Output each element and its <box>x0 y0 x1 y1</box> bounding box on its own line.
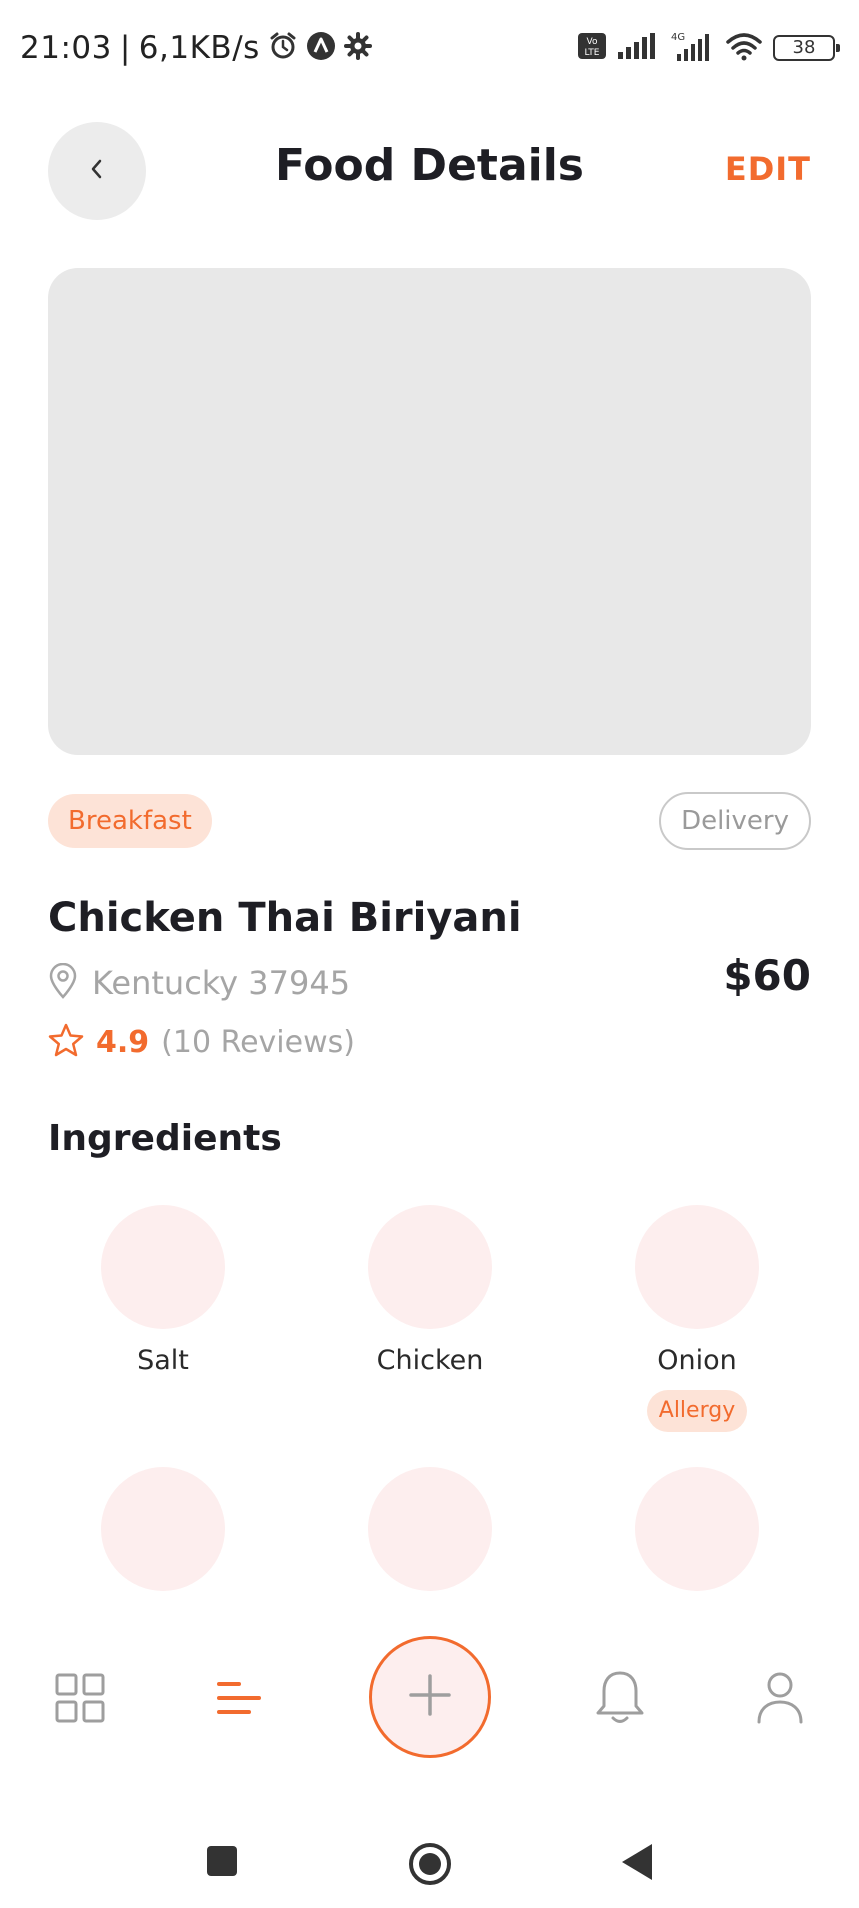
ingredient-label: Onion <box>657 1345 737 1376</box>
ingredient-label: Chicken <box>376 1345 484 1376</box>
nav-profile-button[interactable] <box>750 1668 810 1730</box>
status-right: Vo LTE 4G 38 <box>577 30 840 66</box>
recent-apps-icon[interactable] <box>206 1845 238 1881</box>
nav-home-button[interactable] <box>50 1672 110 1728</box>
add-button[interactable] <box>369 1636 491 1758</box>
allergy-badge: Allergy <box>646 1390 748 1432</box>
alarm-icon <box>268 31 298 65</box>
wifi-icon <box>725 31 763 65</box>
list-icon <box>215 1676 265 1724</box>
battery-indicator: 38 <box>773 35 840 61</box>
svg-text:Vo: Vo <box>587 37 598 47</box>
volte-icon: Vo LTE <box>577 32 607 64</box>
ingredient-image <box>368 1205 492 1329</box>
signal-4g-icon: 4G <box>669 30 715 66</box>
nav-list-button[interactable] <box>210 1672 270 1728</box>
system-nav-bar <box>0 1810 859 1908</box>
signal-icon <box>617 32 659 64</box>
settings-gear-icon <box>343 32 372 64</box>
delivery-chip[interactable]: Delivery <box>659 792 811 850</box>
ingredient-label: Salt <box>137 1345 189 1376</box>
ingredient-item[interactable] <box>63 1467 263 1591</box>
location-row: Kentucky 37945 <box>48 962 351 1003</box>
network-speed: 6,1KB/s <box>138 30 260 66</box>
ingredient-item[interactable] <box>597 1467 797 1591</box>
status-separator: | <box>119 30 131 66</box>
location-pin-icon <box>48 962 78 1003</box>
food-image-placeholder <box>48 268 811 755</box>
nav-notifications-button[interactable] <box>590 1668 650 1730</box>
food-name: Chicken Thai Biriyani <box>48 895 522 941</box>
ingredient-item[interactable]: Salt <box>63 1205 263 1376</box>
edit-button[interactable]: EDIT <box>725 150 811 188</box>
bell-icon <box>594 1668 646 1730</box>
status-bar: 21:03 | 6,1KB/s Vo LTE 4G 38 <box>0 0 859 100</box>
ingredient-image <box>635 1205 759 1329</box>
star-icon <box>48 1023 84 1061</box>
grid-icon <box>54 1672 106 1728</box>
ingredient-image <box>101 1467 225 1591</box>
ingredients-title: Ingredients <box>48 1118 282 1159</box>
category-chip: Breakfast <box>48 794 212 848</box>
price: $60 <box>723 951 811 1000</box>
plus-icon <box>407 1672 453 1722</box>
rating-row: 4.9 (10 Reviews) <box>48 1023 355 1061</box>
svg-text:LTE: LTE <box>585 48 600 58</box>
ingredient-item[interactable]: Chicken <box>330 1205 530 1376</box>
ingredient-image <box>101 1205 225 1329</box>
ingredient-item[interactable] <box>330 1467 530 1591</box>
ingredient-image <box>635 1467 759 1591</box>
status-time: 21:03 <box>20 30 112 66</box>
review-count[interactable]: (10 Reviews) <box>161 1025 355 1060</box>
user-icon <box>755 1670 805 1728</box>
app-notification-icon <box>306 31 336 65</box>
ingredient-item[interactable]: Onion Allergy <box>597 1205 797 1432</box>
rating-value: 4.9 <box>96 1024 150 1060</box>
home-icon[interactable] <box>408 1842 452 1890</box>
back-triangle-icon[interactable] <box>620 1842 654 1886</box>
location-text: Kentucky 37945 <box>92 964 351 1002</box>
status-left: 21:03 | 6,1KB/s <box>20 30 372 66</box>
ingredient-image <box>368 1467 492 1591</box>
svg-text:4G: 4G <box>671 32 685 43</box>
